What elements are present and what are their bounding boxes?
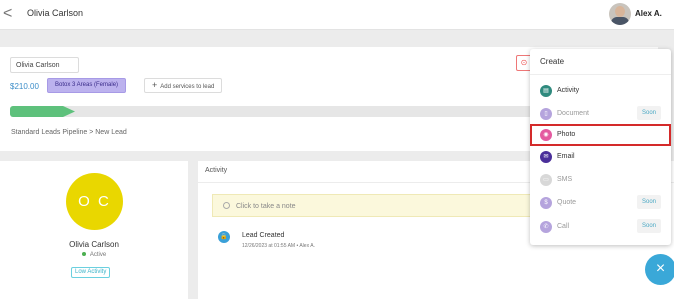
note-icon [223,202,230,209]
close-icon: × [655,260,666,277]
phone-icon: ✆ [540,221,552,233]
create-item-label: Activity [557,87,580,94]
envelope-icon: ✉ [540,151,552,163]
chat-icon: ▭ [540,174,552,186]
document-icon: ▯ [540,108,552,120]
create-item-label: Photo [557,131,576,138]
create-item-activity[interactable]: ▤ Activity [530,80,671,102]
add-services-button[interactable]: + Add services to lead [144,78,223,93]
create-item-label: SMS [557,176,573,183]
create-item-label: Quote [557,199,577,206]
soon-badge: Soon [637,106,662,120]
calendar-icon: ▤ [540,85,552,97]
create-item-email[interactable]: ✉ Email [530,146,671,168]
create-item-call[interactable]: ✆ Call Soon [530,216,671,238]
create-menu-title: Create [540,57,565,66]
create-item-label: Call [557,223,570,230]
soon-badge: Soon [637,195,662,209]
lock-icon: 🔒 [218,231,230,243]
page-title: Olivia Carlson [27,8,84,18]
create-item-document[interactable]: ▯ Document Soon [530,103,671,125]
activity-badge: Low Activity [71,267,111,278]
breadcrumb: Standard Leads Pipeline > New Lead [11,129,127,136]
service-tag[interactable]: Botox 3 Areas (Female) [47,78,127,93]
note-input[interactable]: Click to take a note [212,194,552,217]
create-item-sms[interactable]: ▭ SMS [530,169,671,191]
lead-name-field[interactable]: Olivia Carlson [10,57,79,73]
plus-icon: + [152,80,158,90]
profile-name: Olivia Carlson [69,240,119,249]
soon-badge: Soon [637,219,662,233]
top-bar: < Olivia Carlson Alex A. [0,0,674,30]
create-item-photo[interactable]: ◉ Photo [530,124,671,146]
status-text: Active [89,252,107,258]
status-dot-icon [81,252,86,257]
create-item-label: Email [557,153,575,160]
profile-card: O C Olivia Carlson Active Low Activity [0,161,188,299]
initials-avatar: O C [66,173,123,230]
progress-arrow [63,106,75,117]
quote-icon: $ [540,197,552,209]
lead-price: $210.00 [10,82,39,91]
event-title: Lead Created [242,232,285,239]
avatar-body [611,17,629,25]
back-arrow-icon[interactable]: < [3,6,12,22]
create-item-label: Document [557,110,589,117]
divider [530,74,671,75]
avatar-head [615,6,625,17]
avatar[interactable] [609,3,631,25]
status-line: Active [0,252,188,258]
event-meta: 12/26/2023 at 01:55 AM • Alex A. [242,243,315,249]
create-item-quote[interactable]: $ Quote Soon [530,192,671,214]
camera-icon: ◉ [540,129,552,141]
note-placeholder: Click to take a note [236,203,296,210]
create-menu: Create ▤ Activity ▯ Document Soon ◉ Photo ✉ Emai… [530,49,671,245]
close-fab-button[interactable]: × [645,254,674,285]
user-name[interactable]: Alex A. [635,9,662,18]
progress-fill [10,106,63,117]
add-services-label: Add services to lead [160,84,215,90]
